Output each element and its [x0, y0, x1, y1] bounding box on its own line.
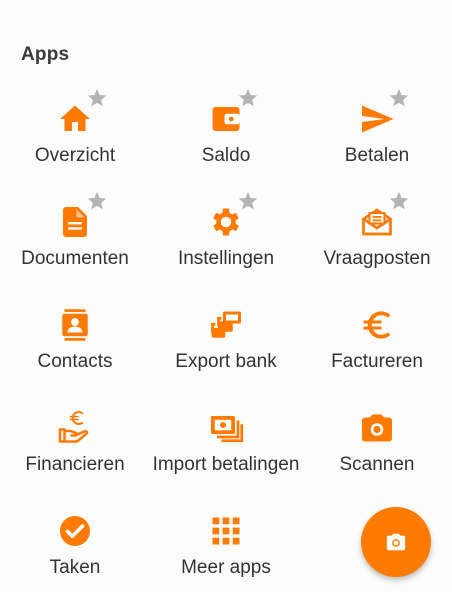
- app-tile-scannen[interactable]: Scannen: [302, 394, 452, 497]
- app-tile-instellingen[interactable]: Instellingen: [151, 188, 301, 291]
- app-label: Taken: [49, 557, 101, 578]
- grid-dots-icon: [212, 517, 240, 545]
- app-tile-meer-apps[interactable]: Meer apps: [151, 497, 301, 600]
- app-label: Factureren: [331, 351, 423, 372]
- app-tile-import-betalingen[interactable]: Import betalingen: [151, 394, 301, 497]
- app-tile-taken[interactable]: Taken: [0, 497, 150, 600]
- export-stack-icon: [211, 311, 241, 338]
- app-label: Saldo: [201, 145, 251, 166]
- section-title: Apps: [21, 44, 70, 65]
- app-tile-documenten[interactable]: Documenten: [0, 188, 150, 291]
- app-tile-overzicht[interactable]: Overzicht: [0, 85, 150, 188]
- star-icon[interactable]: [86, 190, 108, 212]
- star-icon[interactable]: [388, 190, 410, 212]
- app-label: Overzicht: [34, 145, 116, 166]
- app-tile-betalen[interactable]: Betalen: [302, 85, 452, 188]
- star-icon[interactable]: [86, 87, 108, 109]
- app-label: Import betalingen: [152, 454, 300, 475]
- app-tile-factureren[interactable]: Factureren: [302, 291, 452, 394]
- hand-euro-icon: [58, 411, 89, 443]
- app-tile-saldo[interactable]: Saldo: [151, 85, 301, 188]
- check-circle-icon: [60, 516, 90, 546]
- app-tile-vraagposten[interactable]: Vraagposten: [302, 188, 452, 291]
- app-label: Scannen: [339, 454, 415, 475]
- star-icon[interactable]: [388, 87, 410, 109]
- app-tile-contacts[interactable]: Contacts: [0, 291, 150, 394]
- app-label: Contacts: [37, 351, 113, 372]
- camera-icon: [362, 414, 392, 442]
- contact-card-icon: [62, 309, 88, 341]
- euro-icon: [363, 311, 391, 339]
- app-tile-financieren[interactable]: Financieren: [0, 394, 150, 497]
- app-tile-export-bank[interactable]: Export bank: [151, 291, 301, 394]
- apps-panel: Apps Overzicht Saldo Betalen Documenten …: [0, 0, 452, 592]
- app-label: Documenten: [21, 248, 129, 269]
- app-label: Financieren: [25, 454, 125, 475]
- app-label: Vraagposten: [323, 248, 431, 269]
- app-label: Instellingen: [177, 248, 275, 269]
- scan-fab-button[interactable]: [361, 507, 431, 577]
- camera-icon: [386, 533, 406, 551]
- app-label: Export bank: [175, 351, 277, 372]
- star-icon[interactable]: [237, 190, 259, 212]
- star-icon[interactable]: [237, 87, 259, 109]
- app-label: Betalen: [344, 145, 410, 166]
- cash-import-icon: [211, 416, 244, 443]
- app-label: Meer apps: [181, 557, 271, 578]
